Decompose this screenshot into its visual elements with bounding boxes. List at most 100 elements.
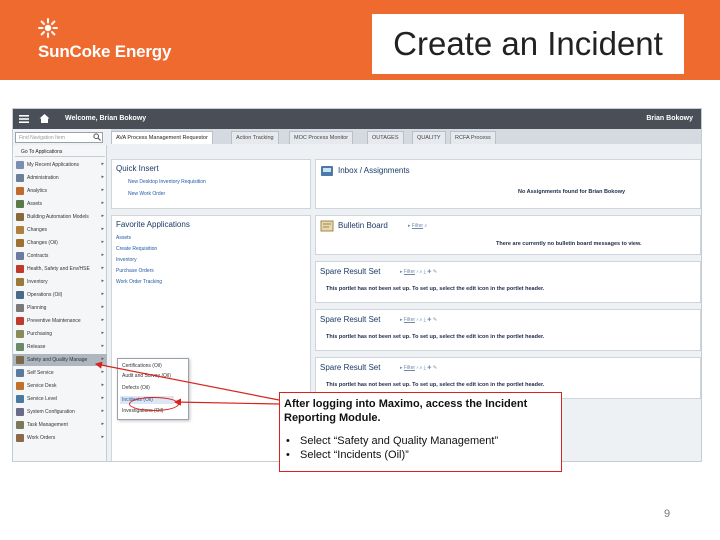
new-work-order-link[interactable]: New Work Order xyxy=(128,191,165,197)
inbox-icon xyxy=(321,166,333,176)
sidebar-item[interactable]: Service Level ▸ xyxy=(13,393,107,405)
clock-icon xyxy=(16,161,24,169)
spare-result-set-tools[interactable]: ▸ Filter › ⌕ ⤓ ✚ ✎ xyxy=(400,269,437,275)
fav-assets-link[interactable]: Assets xyxy=(116,235,131,241)
release-icon xyxy=(16,343,24,351)
chevron-right-icon: ▸ xyxy=(101,408,104,414)
sidebar-item[interactable]: Analytics ▸ xyxy=(13,185,107,197)
tab-bar: AVA Process Management Requestor Action … xyxy=(111,129,701,144)
slide-title: Create an Incident xyxy=(393,25,663,62)
callout-step-2: Select “Incidents (Oil)” xyxy=(284,448,557,462)
spare-result-set-message: This portlet has not been set up. To set… xyxy=(326,286,545,292)
sidebar-item[interactable]: Administration ▸ xyxy=(13,172,107,184)
go-to-applications[interactable]: Go To Applications xyxy=(15,147,105,157)
sidebar-item[interactable]: Building Automation Models ▸ xyxy=(13,211,107,223)
sidebar-item[interactable]: My Recent Applications ▸ xyxy=(13,159,107,171)
chevron-right-icon: ▸ xyxy=(101,252,104,258)
sidebar-item[interactable]: Preventive Maintenance ▸ xyxy=(13,315,107,327)
chevron-right-icon: ▸ xyxy=(101,421,104,427)
task-icon xyxy=(16,421,24,429)
chevron-right-icon: ▸ xyxy=(101,213,104,219)
inventory-icon xyxy=(16,278,24,286)
sidebar-item-label: System Configuration xyxy=(27,409,75,415)
tab-outages[interactable]: OUTAGES xyxy=(367,131,404,144)
chevron-right-icon: ▸ xyxy=(101,382,104,388)
chevron-right-icon: ▸ xyxy=(101,395,104,401)
sidebar-item-label: Service Desk xyxy=(27,383,57,389)
new-desktop-requisition-link[interactable]: New Desktop Inventory Requisition xyxy=(128,179,206,185)
spare-result-set-tools[interactable]: ▸ Filter › ⌕ ⤓ ✚ ✎ xyxy=(400,317,437,323)
chevron-right-icon: ▸ xyxy=(101,343,104,349)
sidebar-item[interactable]: Inventory ▸ xyxy=(13,276,107,288)
sidebar-item[interactable]: Purchasing ▸ xyxy=(13,328,107,340)
sidebar-item[interactable]: Service Desk ▸ xyxy=(13,380,107,392)
favorites-title: Favorite Applications xyxy=(116,220,190,229)
sidebar-item-label: Service Level xyxy=(27,396,58,402)
changes-icon xyxy=(16,226,24,234)
chevron-right-icon: ▸ xyxy=(101,330,104,336)
sidebar-item[interactable]: Operations (Oil) ▸ xyxy=(13,289,107,301)
sidebar-item[interactable]: Safety and Quality Manage ▸ xyxy=(13,354,107,366)
app-topbar: Welcome, Brian Bokowy Brian Bokowy xyxy=(13,109,701,129)
chevron-right-icon: ▸ xyxy=(101,369,104,375)
flyout-defects[interactable]: Defects (Oil) xyxy=(122,385,150,391)
sidebar-item-label: Building Automation Models xyxy=(27,214,89,220)
sidebar-item[interactable]: Changes ▸ xyxy=(13,224,107,236)
inbox-title: Inbox / Assignments xyxy=(338,166,410,175)
planning-icon xyxy=(16,304,24,312)
spare-filter-link[interactable]: Filter xyxy=(404,269,415,275)
sidebar-item[interactable]: Work Orders ▸ xyxy=(13,432,107,444)
fav-work-order-tracking-link[interactable]: Work Order Tracking xyxy=(116,279,162,285)
flyout-audit-survey[interactable]: Audit and Survey (Oil) xyxy=(122,373,171,379)
sidebar-item-label: Work Orders xyxy=(27,435,56,441)
flyout-certifications[interactable]: Certifications (Oil) xyxy=(122,363,162,369)
spare-result-set-tools[interactable]: ▸ Filter › ⌕ ⤓ ✚ ✎ xyxy=(400,365,437,371)
bulletin-filter-link[interactable]: Filter xyxy=(412,223,423,229)
home-icon[interactable] xyxy=(39,113,50,124)
sidebar-item-label: Preventive Maintenance xyxy=(27,318,81,324)
welcome-text: Welcome, Brian Bokowy xyxy=(65,115,147,122)
sidebar-item[interactable]: Changes (Oil) ▸ xyxy=(13,237,107,249)
tab-ava-process[interactable]: AVA Process Management Requestor xyxy=(111,131,213,144)
sidebar-item[interactable]: Contracts ▸ xyxy=(13,250,107,262)
bulletin-message: There are currently no bulletin board me… xyxy=(496,241,642,247)
sidebar-item[interactable]: Release ▸ xyxy=(13,341,107,353)
chevron-right-icon: ▸ xyxy=(101,434,104,440)
tab-quality[interactable]: QUALITY xyxy=(412,131,446,144)
spare-result-set-title: Spare Result Set xyxy=(320,363,381,372)
fav-inventory-link[interactable]: Inventory xyxy=(116,257,137,263)
tab-moc-monitor[interactable]: MOC Process Monitor xyxy=(289,131,354,144)
assets-icon xyxy=(16,200,24,208)
purchasing-icon xyxy=(16,330,24,338)
search-icon[interactable] xyxy=(93,133,101,141)
chevron-right-icon: ▸ xyxy=(101,200,104,206)
sidebar-item[interactable]: Planning ▸ xyxy=(13,302,107,314)
sidebar-item[interactable]: Assets ▸ xyxy=(13,198,107,210)
sidebar-item[interactable]: Health, Safety and Env/HSE ▸ xyxy=(13,263,107,275)
changes-oil-icon xyxy=(16,239,24,247)
bulletin-tools[interactable]: ▸ Filter ⌕ xyxy=(408,223,427,229)
sidebar-item[interactable]: Task Management ▸ xyxy=(13,419,107,431)
inbox-panel: Inbox / Assignments No Assignments found… xyxy=(315,159,701,209)
spare-filter-link[interactable]: Filter xyxy=(404,317,415,323)
tab-action-tracking[interactable]: Action Tracking xyxy=(231,131,279,144)
chevron-right-icon: ▸ xyxy=(101,317,104,323)
chevron-right-icon: ▸ xyxy=(101,187,104,193)
fav-create-requisition-link[interactable]: Create Requisition xyxy=(116,246,157,252)
user-name[interactable]: Brian Bokowy xyxy=(646,115,693,122)
tab-rcfa[interactable]: RCFA Process xyxy=(450,131,496,144)
menu-icon[interactable] xyxy=(19,114,29,124)
nav-search-input[interactable]: Find Navigation Item xyxy=(15,132,103,143)
sidebar-item[interactable]: Self Service ▸ xyxy=(13,367,107,379)
warning-icon xyxy=(16,265,24,273)
sidebar-item-label: Release xyxy=(27,344,46,350)
spare-filter-link[interactable]: Filter xyxy=(404,365,415,371)
chevron-right-icon: ▸ xyxy=(101,278,104,284)
fav-purchase-orders-link[interactable]: Purchase Orders xyxy=(116,268,154,274)
sidebar-item[interactable]: System Configuration ▸ xyxy=(13,406,107,418)
contracts-icon xyxy=(16,252,24,260)
sidebar-item-label: My Recent Applications xyxy=(27,162,79,168)
sidebar-item-label: Analytics xyxy=(27,188,48,194)
chart-icon xyxy=(16,187,24,195)
spare-result-set-title: Spare Result Set xyxy=(320,267,381,276)
